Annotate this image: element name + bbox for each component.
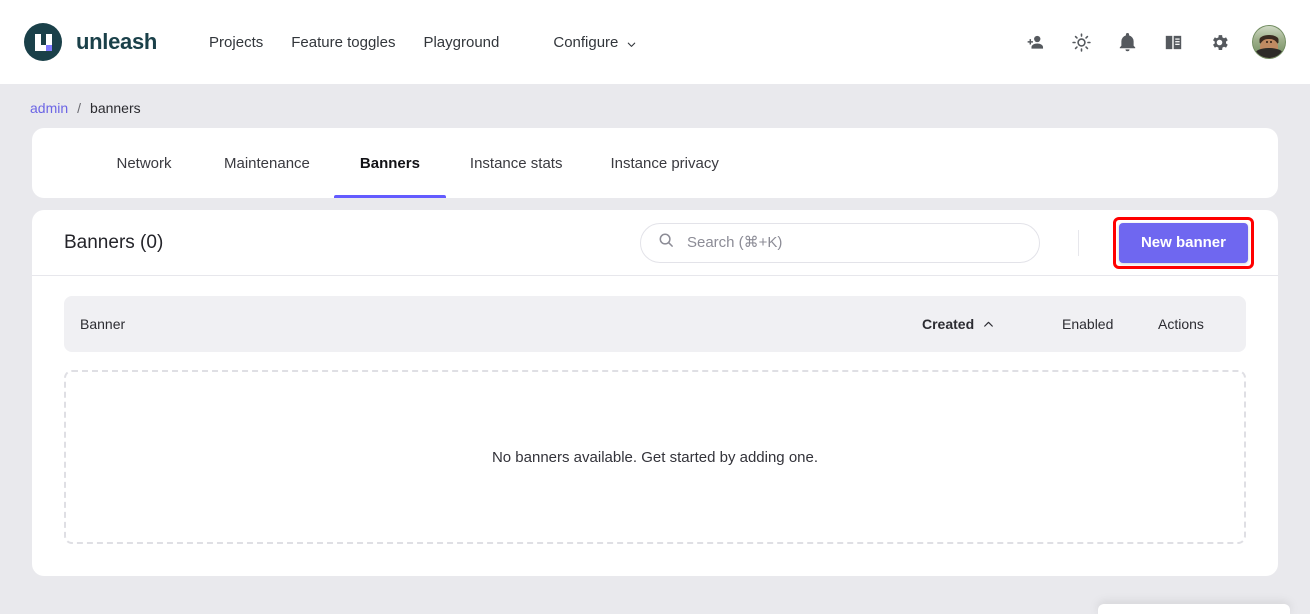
column-header-banner[interactable]: Banner <box>80 316 922 332</box>
settings-gear-icon[interactable] <box>1202 25 1236 59</box>
column-header-created-label: Created <box>922 316 974 332</box>
tab-banners[interactable]: Banners <box>334 128 446 198</box>
panel-header: Banners (0) New banner <box>32 210 1278 276</box>
nav-link-feature-toggles[interactable]: Feature toggles <box>277 26 409 59</box>
invite-user-icon[interactable] <box>1018 25 1052 59</box>
brand-name: unleash <box>76 29 157 55</box>
search-input[interactable] <box>687 224 1023 262</box>
brand[interactable]: unleash <box>24 23 157 61</box>
navbar-actions <box>1018 25 1286 59</box>
column-header-created[interactable]: Created <box>922 316 1062 332</box>
page-title: Banners (0) <box>64 232 163 254</box>
table-header-row: Banner Created Enabled Actions <box>64 296 1246 352</box>
avatar[interactable] <box>1252 25 1286 59</box>
nav-link-projects[interactable]: Projects <box>195 26 277 59</box>
breadcrumb-current-banners: banners <box>90 100 141 116</box>
search-icon <box>657 231 675 254</box>
top-navbar: unleash Projects Feature toggles Playgro… <box>0 0 1310 84</box>
bottom-floating-panel-peek[interactable] <box>1098 604 1290 614</box>
nav-link-configure[interactable]: Configure <box>539 26 651 59</box>
new-banner-highlight: New banner <box>1113 217 1254 269</box>
tab-instance-stats[interactable]: Instance stats <box>446 128 587 198</box>
empty-state-message: No banners available. Get started by add… <box>492 449 818 466</box>
empty-state: No banners available. Get started by add… <box>64 370 1246 544</box>
header-divider <box>1078 230 1079 256</box>
search-box[interactable] <box>640 223 1040 263</box>
chevron-down-icon <box>626 37 637 48</box>
breadcrumb-separator: / <box>77 100 81 116</box>
new-banner-button[interactable]: New banner <box>1119 223 1248 263</box>
breadcrumb: admin / banners <box>0 84 1310 128</box>
documentation-book-icon[interactable] <box>1156 25 1190 59</box>
banners-panel: Banners (0) New banner Banner Cre <box>32 210 1278 576</box>
tab-network[interactable]: Network <box>88 128 200 198</box>
breadcrumb-link-admin[interactable]: admin <box>30 100 68 116</box>
settings-tabs: Network Maintenance Banners Instance sta… <box>32 128 1278 198</box>
theme-toggle-sun-icon[interactable] <box>1064 25 1098 59</box>
notifications-bell-icon[interactable] <box>1110 25 1144 59</box>
column-header-actions: Actions <box>1158 316 1226 332</box>
tab-instance-privacy[interactable]: Instance privacy <box>586 128 742 198</box>
chevron-up-icon <box>982 318 995 331</box>
panel-body: Banner Created Enabled Actions No banner… <box>32 276 1278 576</box>
nav-link-configure-label: Configure <box>553 34 618 51</box>
column-header-enabled[interactable]: Enabled <box>1062 316 1158 332</box>
primary-nav: Projects Feature toggles Playground Conf… <box>195 26 651 59</box>
page-root: unleash Projects Feature toggles Playgro… <box>0 0 1310 614</box>
tab-maintenance[interactable]: Maintenance <box>200 128 334 198</box>
unleash-logo-icon <box>24 23 62 61</box>
nav-link-playground[interactable]: Playground <box>409 26 513 59</box>
